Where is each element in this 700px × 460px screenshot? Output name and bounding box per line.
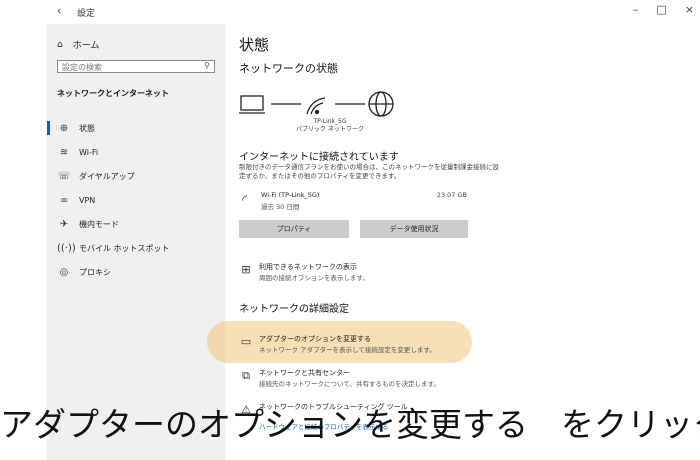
hotspot-icon: ((·))	[57, 242, 76, 254]
vpn-icon: ∞	[59, 194, 69, 206]
advanced-settings-heading: ネットワークの詳細設定	[239, 304, 349, 315]
airplane-icon: ✈	[59, 218, 69, 230]
sharing-center-link[interactable]: ⧉ ネットワークと共有センター 接続先のネットワークについて、共有するものを決定…	[239, 368, 499, 392]
home-icon: ⌂	[57, 39, 63, 50]
title-bar: ‹ 設定 – □ ×	[47, 0, 700, 24]
wifi-usage-amount: 23.07 GB	[436, 191, 467, 199]
home-label: ホーム	[72, 41, 100, 51]
sidebar-item-dialup[interactable]: ☏ ダイヤルアップ	[47, 164, 225, 188]
status-icon: ⊕	[59, 122, 69, 134]
maximize-button[interactable]: □	[656, 3, 666, 16]
network-type: パブリック ネットワーク	[296, 126, 364, 133]
adapter-icon: ▭	[240, 335, 252, 348]
show-networks-subtitle: 周囲の接続オプションを表示します。	[259, 274, 369, 282]
sharing-center-title: ネットワークと共有センター	[259, 369, 350, 377]
wifi-signal-icon: ◜	[242, 193, 248, 208]
sidebar-item-hotspot[interactable]: ((·)) モバイル ホットスポット	[47, 236, 225, 260]
network-name-label: TP-Link_5G パブリック ネットワーク	[285, 118, 375, 134]
close-button[interactable]: ×	[685, 3, 694, 16]
wifi-connection-name: Wi-Fi (TP-Link_5G)	[261, 191, 320, 199]
adapter-options-subtitle: ネットワーク アダプターを表示して接続設定を変更します。	[259, 346, 436, 354]
sidebar-item-label: VPN	[79, 195, 96, 205]
main-content: 状態 ネットワークの状態 TP-Link_5G パブリック ネットワーク インタ…	[207, 24, 689, 460]
sidebar-section-label: ネットワークとインターネット	[57, 89, 169, 98]
adapter-options-title: アダプターのオプションを変更する	[259, 335, 371, 343]
search-input[interactable]: 設定の検索 ⚲	[57, 60, 215, 73]
window-title: 設定	[77, 9, 96, 19]
network-status-heading: ネットワークの状態	[239, 62, 338, 75]
sidebar-item-label: 状態	[79, 123, 95, 133]
sidebar: ⌂ ホーム 設定の検索 ⚲ ネットワークとインターネット ⊕ 状態 ≋ Wi-F…	[47, 24, 225, 460]
properties-button[interactable]: プロパティ	[239, 220, 349, 238]
dialup-icon: ☏	[57, 170, 71, 182]
sidebar-item-label: ダイヤルアップ	[79, 171, 135, 181]
data-usage-button[interactable]: データ使用状況	[360, 220, 468, 238]
sharing-center-icon: ⧉	[242, 369, 250, 382]
network-list-icon: ⊞	[241, 263, 251, 276]
connected-description: 制限付きのデータ通信プランをお使いの場合は、このネットワークを従量制課金接続に設…	[239, 163, 499, 180]
page-title: 状態	[239, 36, 270, 54]
sidebar-item-proxy[interactable]: ◎ プロキシ	[47, 260, 225, 284]
sidebar-item-label: 機内モード	[79, 219, 119, 229]
minimize-button[interactable]: –	[633, 3, 639, 16]
proxy-icon: ◎	[59, 266, 69, 278]
search-placeholder: 設定の検索	[62, 63, 102, 72]
sidebar-item-label: モバイル ホットスポット	[79, 243, 170, 253]
show-networks-link[interactable]: ⊞ 利用できるネットワークの表示 周囲の接続オプションを表示します。	[239, 262, 499, 286]
settings-window: ‹ 設定 – □ × ⌂ ホーム 設定の検索 ⚲ ネットワークとインターネット …	[47, 0, 700, 460]
adapter-options-link[interactable]: ▭ アダプターのオプションを変更する ネットワーク アダプターを表示して接続設定…	[239, 334, 499, 358]
connected-heading: インターネットに接続されています	[239, 152, 399, 163]
search-icon: ⚲	[204, 61, 210, 70]
sidebar-item-label: プロキシ	[79, 267, 111, 277]
back-button[interactable]: ‹	[57, 4, 61, 17]
sidebar-item-wifi[interactable]: ≋ Wi-Fi	[47, 140, 225, 164]
window-controls: – □ ×	[633, 3, 694, 16]
show-networks-title: 利用できるネットワークの表示	[259, 263, 357, 271]
wifi-usage-row: ◜ Wi-Fi (TP-Link_5G) 過去 30 日間 23.07 GB	[239, 191, 467, 215]
sidebar-item-vpn[interactable]: ∞ VPN	[47, 188, 225, 212]
network-name: TP-Link_5G	[313, 118, 347, 125]
sharing-center-subtitle: 接続先のネットワークについて、共有するものを決定します。	[259, 380, 440, 388]
left-margin	[0, 0, 47, 460]
globe-icon	[368, 91, 394, 117]
sidebar-item-status[interactable]: ⊕ 状態	[47, 116, 225, 140]
sidebar-item-airplane[interactable]: ✈ 機内モード	[47, 212, 225, 236]
wifi-icon: ≋	[59, 146, 69, 158]
wifi-router-icon	[306, 97, 326, 115]
sidebar-home[interactable]: ⌂ ホーム	[57, 38, 100, 52]
pc-icon	[239, 95, 265, 114]
wifi-usage-period: 過去 30 日間	[261, 203, 300, 211]
sidebar-item-label: Wi-Fi	[79, 147, 99, 157]
instruction-caption: アダプターのオプションを変更する をクリック	[0, 405, 700, 444]
sidebar-nav: ⊕ 状態 ≋ Wi-Fi ☏ ダイヤルアップ ∞ VPN ✈ 機内モード ((·…	[47, 116, 225, 284]
